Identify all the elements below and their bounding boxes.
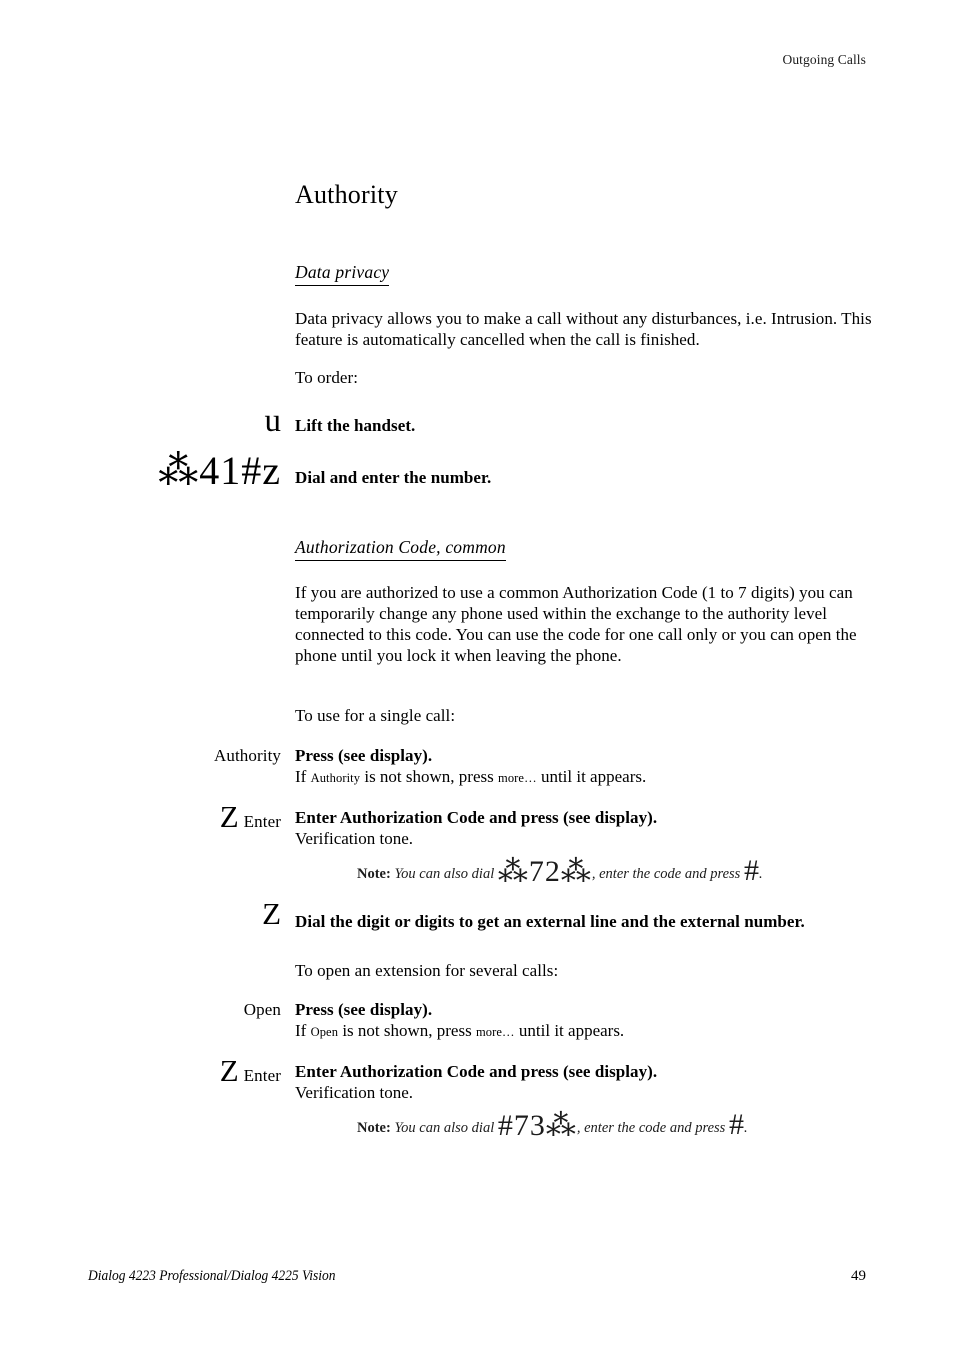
step-enter-code-single: Z Enter Enter Authorization Code and pres…: [88, 801, 878, 887]
inline-softkey-more: more…: [498, 770, 537, 785]
note-text-post: .: [743, 1120, 748, 1137]
step-enter-code-several-gutter: Z Enter: [88, 1055, 295, 1086]
data-privacy-heading-row: Data privacy: [88, 262, 878, 286]
authorization-heading-row: Authorization Code, common: [88, 537, 878, 562]
note-hash-73: Note: You can also dial #73⁂, enter the …: [357, 1110, 787, 1141]
step-enter-code-single-instruction: Enter Authorization Code and press (see …: [295, 807, 658, 827]
data-privacy-paragraph: Data privacy allows you to make a call w…: [295, 308, 872, 349]
page-footer: Dialog 4223 Professional/Dialog 4225 Vis…: [88, 1268, 866, 1285]
dial-code-symbol-icon: ⁂41#z: [158, 448, 281, 494]
step-dial-external-instruction: Dial the digit or digits to get an exter…: [295, 911, 805, 931]
title-row: Authority: [88, 180, 878, 210]
step-enter-code-several-text: Enter Authorization Code and press (see …: [295, 1055, 878, 1141]
note-hash-symbol: #: [743, 853, 759, 887]
step-enter-code-several-instruction: Enter Authorization Code and press (see …: [295, 1061, 658, 1081]
step-press-authority-detail: If Authority is not shown, press more… u…: [295, 766, 878, 787]
inline-softkey-open: Open: [310, 1024, 339, 1039]
single-call-lead-area: To use for a single call:: [295, 705, 878, 726]
note-text-mid: , enter the code and press: [591, 865, 744, 882]
keypad-z-symbol-icon: Z: [219, 1052, 239, 1088]
authorization-paragraph: If you are authorized to use a common Au…: [295, 583, 857, 666]
inline-softkey-more: more…: [475, 1024, 515, 1039]
step-press-open: Open Press (see display). If Open is not…: [88, 999, 878, 1041]
page-content: Authority Data privacy Data privacy allo…: [88, 180, 878, 1141]
note-text-pre: You can also dial: [394, 1120, 498, 1137]
step-dial-external-text: Dial the digit or digits to get an exter…: [295, 898, 878, 932]
several-calls-lead-row: To open an extension for several calls:: [88, 960, 878, 981]
detail-text-post: until it appears.: [536, 766, 647, 786]
step-press-authority: Authority Press (see display). If Author…: [88, 745, 878, 787]
authorization-paragraph-area: If you are authorized to use a common Au…: [295, 582, 878, 666]
step-dial-code: ⁂41#z Dial and enter the number.: [88, 451, 878, 491]
softkey-label-open: Open: [243, 999, 281, 1019]
note-text-mid: , enter the code and press: [576, 1120, 729, 1137]
note-code-symbol: ⁂72⁂: [497, 854, 592, 888]
detail-text-pre: If: [295, 766, 311, 786]
title-area: Authority: [295, 180, 878, 210]
step-press-authority-gutter: Authority: [88, 745, 295, 766]
note-label: Note:: [357, 865, 391, 882]
section-heading-data-privacy: Data privacy: [295, 262, 390, 286]
note-code-symbol: #73⁂: [497, 1109, 577, 1143]
document-page: Outgoing Calls Authority Data privacy Da…: [0, 0, 954, 1352]
step-enter-code-several-detail: Verification tone.: [295, 1083, 414, 1103]
inline-softkey-authority: Authority: [310, 770, 361, 785]
footer-page-number: 49: [851, 1268, 866, 1284]
keypad-z-symbol-icon: Z: [219, 798, 239, 834]
note-text-post: .: [758, 865, 763, 882]
step-enter-code-several: Z Enter Enter Authorization Code and pres…: [88, 1055, 878, 1141]
detail-text-pre: If: [295, 1020, 311, 1040]
footer-document-title: Dialog 4223 Professional/Dialog 4225 Vis…: [88, 1268, 336, 1284]
to-order-lead-in: To order:: [295, 368, 358, 388]
data-privacy-paragraph-area: Data privacy allows you to make a call w…: [295, 308, 878, 350]
section-heading-authorization-code: Authorization Code, common: [295, 537, 506, 562]
several-calls-lead-area: To open an extension for several calls:: [295, 960, 878, 981]
step-press-open-text: Press (see display). If Open is not show…: [295, 999, 878, 1041]
softkey-label-enter: Enter: [243, 1065, 281, 1085]
step-lift-handset-text: Lift the handset.: [295, 405, 878, 436]
several-calls-lead-in: To open an extension for several calls:: [295, 960, 559, 980]
step-press-authority-instruction: Press (see display).: [295, 745, 433, 765]
step-lift-handset: u Lift the handset.: [88, 405, 878, 438]
data-privacy-heading-area: Data privacy: [295, 262, 878, 286]
to-order-row: To order:: [88, 367, 878, 388]
softkey-label-authority: Authority: [213, 745, 281, 765]
step-press-open-gutter: Open: [88, 999, 295, 1020]
detail-text-mid: is not shown, press: [360, 766, 498, 786]
step-press-authority-text: Press (see display). If Authority is not…: [295, 745, 878, 787]
single-call-lead-row: To use for a single call:: [88, 705, 878, 726]
to-order-area: To order:: [295, 367, 878, 388]
step-lift-handset-instruction: Lift the handset.: [295, 416, 416, 436]
running-head: Outgoing Calls: [782, 52, 866, 67]
step-dial-code-gutter: ⁂41#z: [88, 451, 295, 491]
step-dial-external: Z Dial the digit or digits to get an ext…: [88, 898, 878, 932]
step-dial-code-text: Dial and enter the number.: [295, 451, 878, 488]
single-call-lead-in: To use for a single call:: [295, 706, 456, 726]
handset-symbol-icon: u: [264, 403, 282, 440]
data-privacy-paragraph-row: Data privacy allows you to make a call w…: [88, 308, 878, 350]
step-press-open-detail: If Open is not shown, press more… until …: [295, 1020, 878, 1041]
step-enter-code-single-text: Enter Authorization Code and press (see …: [295, 801, 878, 887]
note-hash-symbol: #: [728, 1108, 744, 1142]
page-title: Authority: [295, 180, 398, 209]
authorization-heading-area: Authorization Code, common: [295, 537, 878, 562]
step-dial-external-gutter: Z: [88, 898, 295, 929]
softkey-label-enter: Enter: [243, 811, 281, 831]
step-press-open-instruction: Press (see display).: [295, 999, 433, 1019]
note-star-72: Note: You can also dial ⁂72⁂, enter the …: [357, 855, 787, 886]
authorization-paragraph-row: If you are authorized to use a common Au…: [88, 582, 878, 666]
step-dial-code-instruction: Dial and enter the number.: [295, 468, 492, 488]
detail-text-mid: is not shown, press: [338, 1020, 476, 1040]
step-lift-handset-gutter: u: [88, 405, 295, 438]
detail-text-post: until it appears.: [514, 1020, 625, 1040]
note-text-pre: You can also dial: [394, 865, 498, 882]
note-label: Note:: [357, 1120, 391, 1137]
step-enter-code-single-gutter: Z Enter: [88, 801, 295, 832]
keypad-z-symbol-icon: Z: [262, 895, 281, 931]
step-enter-code-single-detail: Verification tone.: [295, 828, 414, 848]
